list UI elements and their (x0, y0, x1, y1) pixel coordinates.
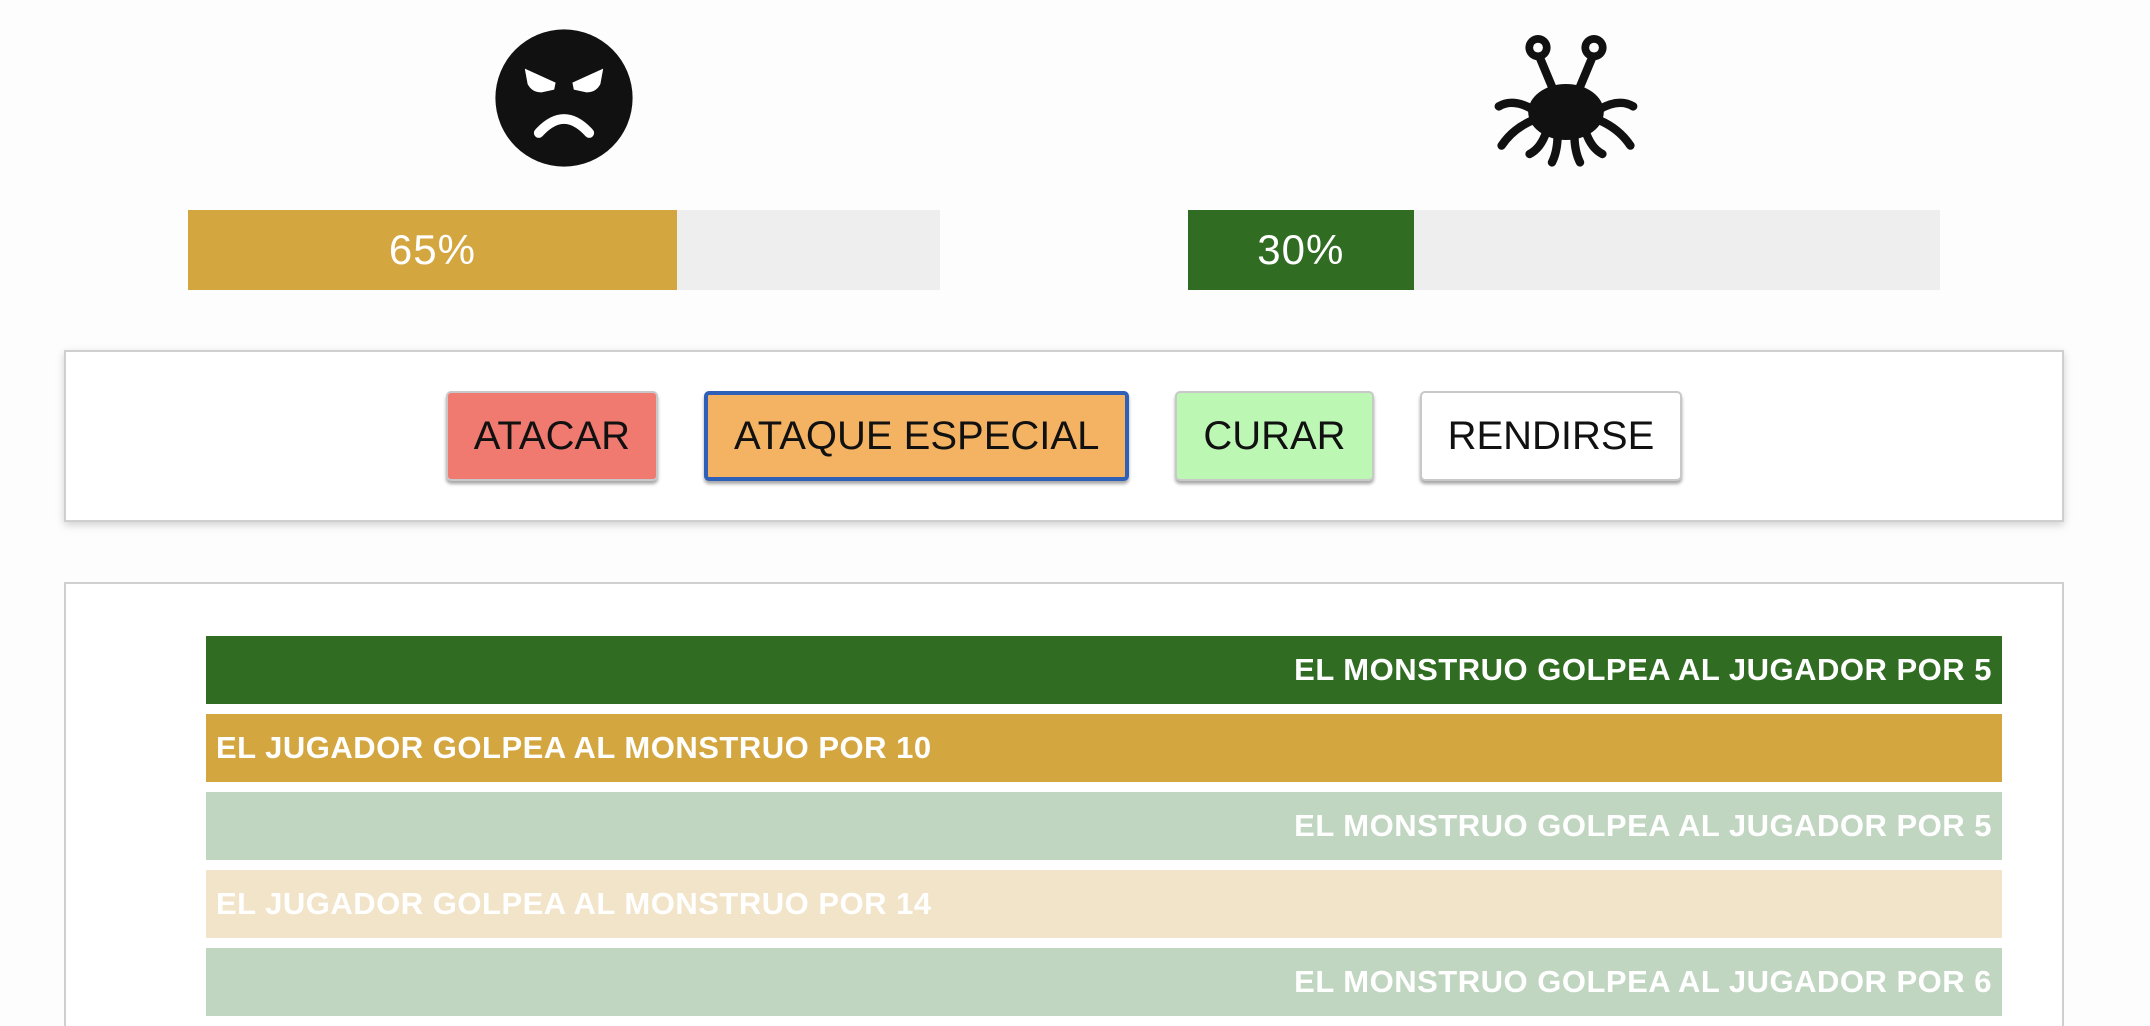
player-health-fill: 65% (188, 210, 677, 290)
give-up-button[interactable]: RENDIRSE (1419, 391, 1683, 481)
monster-health-fill: 30% (1188, 210, 1414, 290)
monster-health-bar: 30% (1188, 210, 1940, 290)
player-health-bar: 65% (188, 210, 940, 290)
player-health-label: 65% (388, 226, 476, 273)
battle-log: EL MONSTRUO GOLPEA AL JUGADOR POR 5 EL J… (206, 636, 2002, 1026)
game-stage: 65% 30% ATACAR ATAQUE ESPECIAL CURAR REN… (0, 0, 2150, 1026)
attack-button[interactable]: ATACAR (445, 391, 659, 481)
special-attack-button[interactable]: ATAQUE ESPECIAL (704, 391, 1130, 481)
flying-spaghetti-monster-icon (1478, 28, 1654, 168)
controls-panel: ATACAR ATAQUE ESPECIAL CURAR RENDIRSE (64, 350, 2064, 522)
heal-button[interactable]: CURAR (1175, 391, 1374, 481)
log-entry: EL JUGADOR GOLPEA AL MONSTRUO POR 10 (206, 714, 2002, 782)
battle-log-panel: EL MONSTRUO GOLPEA AL JUGADOR POR 5 EL J… (64, 582, 2064, 1026)
log-entry: EL MONSTRUO GOLPEA AL JUGADOR POR 5 (206, 792, 2002, 860)
angry-face-icon (494, 28, 634, 168)
log-entry: EL JUGADOR GOLPEA AL MONSTRUO POR 14 (206, 870, 2002, 938)
monster-health-label: 30% (1257, 226, 1345, 273)
log-entry: EL MONSTRUO GOLPEA AL JUGADOR POR 6 (206, 948, 2002, 1016)
log-entry: EL MONSTRUO GOLPEA AL JUGADOR POR 5 (206, 636, 2002, 704)
